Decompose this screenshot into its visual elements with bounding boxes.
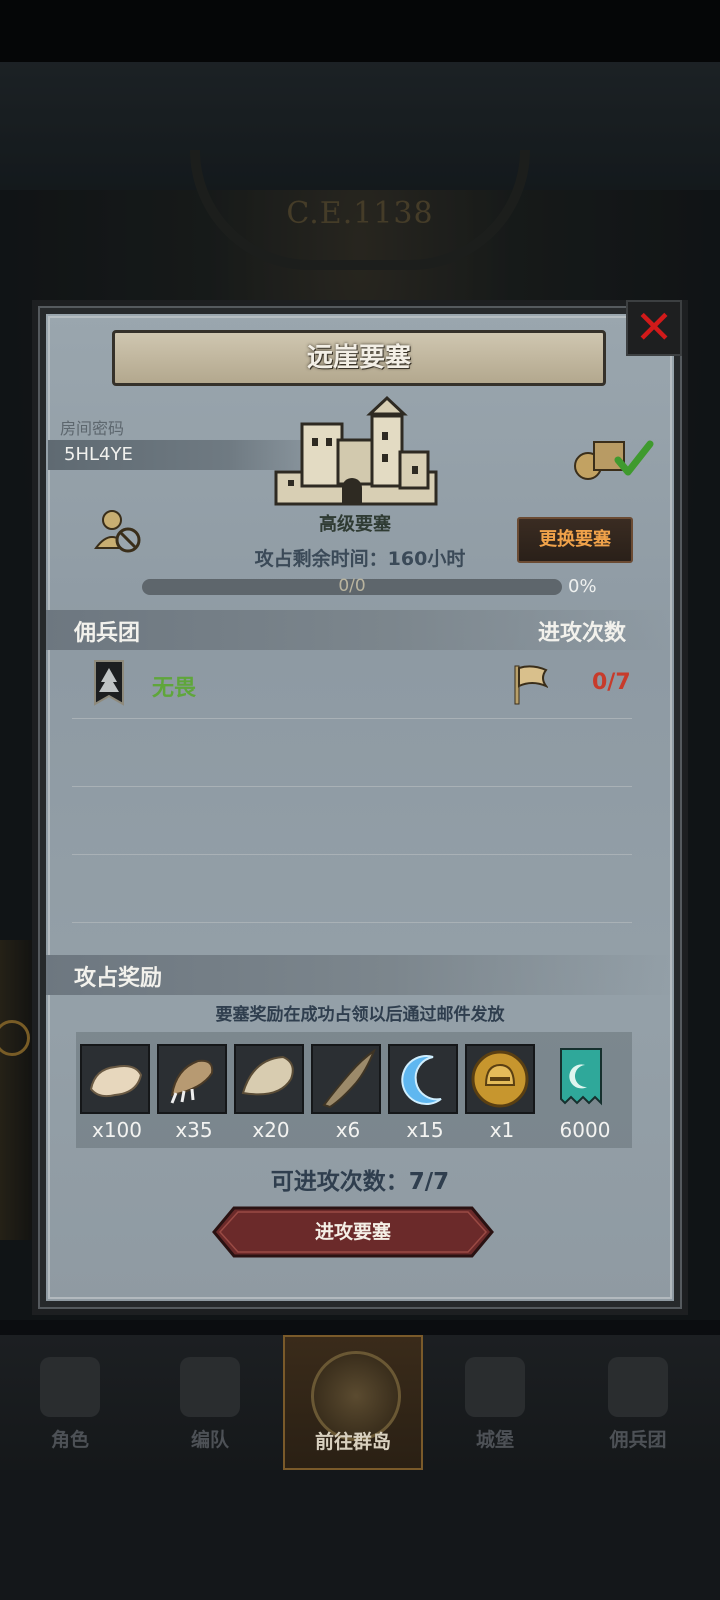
row-divider bbox=[72, 854, 632, 855]
formation-icon bbox=[180, 1357, 240, 1417]
nav-label: 城堡 bbox=[475, 1429, 514, 1451]
castle-icon bbox=[465, 1357, 525, 1417]
room-code-label: 房间密码 bbox=[60, 419, 125, 438]
rewards-header-label: 攻占奖励 bbox=[74, 966, 163, 991]
attack-fortress-button[interactable]: 进攻要塞 bbox=[212, 1206, 494, 1258]
reward-item[interactable]: x1 bbox=[465, 1044, 539, 1144]
nav-label: 佣兵团 bbox=[609, 1429, 667, 1451]
room-code-value[interactable]: 5HL4YE bbox=[64, 444, 133, 465]
attack-button-label: 进攻要塞 bbox=[314, 1221, 391, 1243]
nav-label: 角色 bbox=[50, 1429, 89, 1451]
mercenary-attack-count: 0/7 bbox=[592, 670, 631, 695]
attack-count-header-label: 进攻次数 bbox=[538, 621, 627, 646]
progress-percent: 0% bbox=[568, 576, 597, 597]
reward-item[interactable]: x15 bbox=[388, 1044, 462, 1144]
progress-count: 0/0 bbox=[338, 576, 366, 596]
reward-item[interactable]: x20 bbox=[234, 1044, 308, 1144]
time-left-value: 160小时 bbox=[387, 548, 466, 570]
reward-item[interactable]: x35 bbox=[157, 1044, 231, 1144]
fortress-tier-label: 高级要塞 bbox=[319, 514, 391, 535]
dialog-title: 远崖要塞 bbox=[112, 330, 606, 386]
nav-item-formation[interactable]: 编队 bbox=[140, 1335, 280, 1470]
close-icon: ✕ bbox=[634, 300, 674, 354]
time-left-label: 攻占剩余时间： bbox=[254, 548, 388, 570]
row-divider bbox=[72, 922, 632, 923]
attacks-remaining: 可进攻次数：7/7 bbox=[270, 1169, 450, 1195]
mercenary-name: 无畏 bbox=[152, 676, 197, 701]
nav-item-mercenary[interactable]: 佣兵团 bbox=[568, 1335, 708, 1470]
nav-label: 前往群岛 bbox=[314, 1431, 391, 1453]
nav-item-castle[interactable]: 城堡 bbox=[425, 1335, 565, 1470]
reward-item[interactable]: x100 bbox=[80, 1044, 154, 1144]
supplies-ready-icon bbox=[574, 440, 654, 480]
mercenary-icon bbox=[608, 1357, 668, 1417]
tree-banner-icon bbox=[94, 660, 124, 706]
reward-item[interactable]: x6 bbox=[311, 1044, 385, 1144]
occupy-time-remaining: 攻占剩余时间：160小时 bbox=[150, 544, 570, 571]
white-fur-icon bbox=[89, 1065, 143, 1098]
nav-item-character[interactable]: 角色 bbox=[0, 1335, 140, 1470]
bottom-blank-area bbox=[0, 1470, 720, 1600]
no-members-icon bbox=[94, 510, 141, 553]
pale-hide-icon bbox=[241, 1055, 294, 1096]
nav-label: 编队 bbox=[190, 1429, 229, 1451]
row-divider bbox=[72, 718, 632, 719]
beast-claw-icon bbox=[170, 1059, 214, 1104]
reward-qty: 6000 bbox=[559, 1118, 611, 1142]
nav-item-islands[interactable]: 前往群岛 bbox=[283, 1335, 423, 1470]
fortress-castle-icon bbox=[274, 395, 438, 506]
reward-qty: x1 bbox=[489, 1118, 515, 1142]
rewards-note: 要塞奖励在成功占领以后通过邮件发放 bbox=[215, 1005, 505, 1025]
character-icon bbox=[40, 1357, 100, 1417]
close-button[interactable]: ✕ bbox=[626, 300, 682, 356]
bottom-nav: 角色 编队 前往群岛 城堡 佣兵团 bbox=[0, 1335, 720, 1470]
twisted-horn-icon bbox=[322, 1049, 376, 1109]
reward-item[interactable]: 6000 bbox=[548, 1044, 622, 1144]
flag-icon bbox=[514, 665, 548, 705]
row-divider bbox=[72, 786, 632, 787]
blue-crescent-icon bbox=[401, 1055, 442, 1106]
golden-helmet-medal-icon bbox=[471, 1050, 529, 1108]
mercenary-header-label: 佣兵团 bbox=[74, 621, 141, 646]
status-bar-area bbox=[0, 0, 720, 62]
teal-banner-icon bbox=[560, 1048, 602, 1106]
